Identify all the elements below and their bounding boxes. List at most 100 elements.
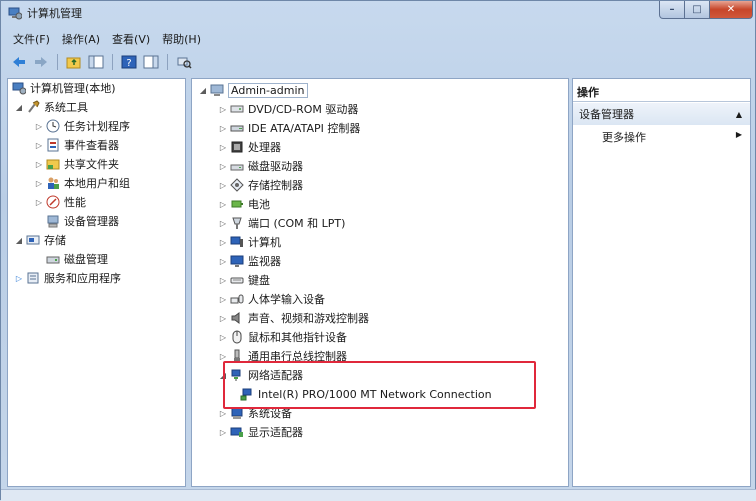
tree-item-storage[interactable]: ◢ 存储	[14, 231, 66, 249]
device-category-processor[interactable]: ▷ 处理器	[218, 138, 281, 156]
device-list-pane[interactable]: ◢ Admin-admin ▷ DVD/CD-ROM 驱动器 ▷ IDE ATA…	[191, 78, 569, 487]
expand-arrow-icon[interactable]: ▷	[218, 409, 228, 418]
scan-hardware-icon[interactable]	[175, 53, 193, 71]
computer-icon	[210, 83, 224, 97]
submenu-arrow-icon[interactable]: ▶	[736, 130, 742, 139]
expand-arrow-icon[interactable]: ▷	[218, 200, 228, 209]
show-hide-console-tree-icon[interactable]	[87, 53, 105, 71]
expand-arrow-icon[interactable]: ▷	[218, 219, 228, 228]
expand-arrow-icon[interactable]: ▷	[218, 181, 228, 190]
tree-item-event-viewer[interactable]: ▷ 事件查看器	[34, 136, 119, 154]
expand-arrow-icon[interactable]: ▷	[218, 428, 228, 437]
tree-label: IDE ATA/ATAPI 控制器	[248, 122, 361, 135]
computer-icon	[230, 235, 244, 249]
device-category-ide[interactable]: ▷ IDE ATA/ATAPI 控制器	[218, 119, 360, 137]
expand-arrow-icon[interactable]: ▷	[34, 122, 44, 131]
tree-label: 性能	[64, 196, 86, 209]
device-category-storage-controllers[interactable]: ▷ 存储控制器	[218, 176, 303, 194]
device-category-mice[interactable]: ▷ 鼠标和其他指针设备	[218, 328, 347, 346]
collapse-arrow-icon[interactable]: ◢	[14, 236, 24, 245]
tree-item-shared-folders[interactable]: ▷ 共享文件夹	[34, 155, 119, 173]
close-button[interactable]: ✕	[710, 1, 753, 19]
actions-divider	[573, 101, 750, 102]
device-category-computer[interactable]: ▷ 计算机	[218, 233, 281, 251]
menu-action[interactable]: 操作(A)	[56, 31, 106, 47]
processor-icon	[230, 140, 244, 154]
help-icon[interactable]: ?	[120, 53, 138, 71]
expand-arrow-icon[interactable]: ▷	[218, 162, 228, 171]
collapse-up-icon[interactable]: ▲	[736, 110, 742, 119]
collapse-arrow-icon[interactable]: ◢	[14, 103, 24, 112]
menu-bar: 文件(F) 操作(A) 查看(V) 帮助(H)	[7, 30, 207, 48]
tree-item-computer-management[interactable]: 计算机管理(本地)	[10, 79, 116, 97]
back-icon[interactable]	[10, 53, 28, 71]
tree-item-device-manager[interactable]: 设备管理器	[44, 212, 119, 230]
tree-item-local-users[interactable]: ▷ 本地用户和组	[34, 174, 130, 192]
expand-arrow-icon[interactable]: ▷	[218, 124, 228, 133]
menu-help[interactable]: 帮助(H)	[156, 31, 207, 47]
expand-arrow-icon[interactable]: ▷	[34, 160, 44, 169]
expand-arrow-icon[interactable]: ▷	[218, 143, 228, 152]
device-category-battery[interactable]: ▷ 电池	[218, 195, 270, 213]
forward-icon[interactable]	[32, 53, 50, 71]
up-folder-icon[interactable]	[65, 53, 83, 71]
tree-label: Admin-admin	[228, 82, 308, 98]
tree-label: 存储	[44, 234, 66, 247]
device-category-sound[interactable]: ▷ 声音、视频和游戏控制器	[218, 309, 369, 327]
expand-arrow-icon[interactable]: ▷	[218, 276, 228, 285]
expand-arrow-icon[interactable]: ▷	[218, 257, 228, 266]
expand-arrow-icon[interactable]: ▷	[34, 198, 44, 207]
tree-item-services-apps[interactable]: ▷ 服务和应用程序	[14, 269, 121, 287]
expand-arrow-icon[interactable]: ▷	[218, 352, 228, 361]
toolbar-separator	[167, 54, 168, 70]
menu-view[interactable]: 查看(V)	[106, 31, 156, 47]
clock-icon	[46, 119, 60, 133]
minimize-button[interactable]: –	[659, 1, 685, 19]
show-hide-action-pane-icon[interactable]	[142, 53, 160, 71]
device-category-hid[interactable]: ▷ 人体学输入设备	[218, 290, 325, 308]
console-tree-pane[interactable]: 计算机管理(本地) ◢ 系统工具 ▷ 任务计划程序 ▷ 事件查看器 ▷ 共享文件…	[7, 78, 186, 487]
expand-arrow-icon[interactable]: ▷	[218, 295, 228, 304]
device-category-ports[interactable]: ▷ 端口 (COM 和 LPT)	[218, 214, 345, 232]
device-category-monitors[interactable]: ▷ 监视器	[218, 252, 281, 270]
expand-arrow-icon[interactable]: ▷	[218, 105, 228, 114]
dvd-drive-icon	[230, 102, 244, 116]
actions-group-device-manager[interactable]: 设备管理器 ▲	[573, 103, 750, 125]
collapse-arrow-icon[interactable]: ◢	[198, 86, 208, 95]
device-category-keyboards[interactable]: ▷ 键盘	[218, 271, 270, 289]
maximize-button[interactable]: □	[685, 1, 710, 19]
tree-item-system-tools[interactable]: ◢ 系统工具	[14, 98, 88, 116]
performance-icon	[46, 195, 60, 209]
expand-arrow-icon[interactable]: ▷	[218, 333, 228, 342]
tree-item-performance[interactable]: ▷ 性能	[34, 193, 86, 211]
expand-arrow-icon[interactable]: ▷	[34, 179, 44, 188]
computer-management-icon	[12, 81, 26, 95]
device-category-display-adapters[interactable]: ▷ 显示适配器	[218, 423, 303, 441]
device-root[interactable]: ◢ Admin-admin	[198, 81, 308, 99]
svg-text:?: ?	[126, 58, 131, 69]
tree-item-task-scheduler[interactable]: ▷ 任务计划程序	[34, 117, 130, 135]
tree-label: 处理器	[248, 141, 281, 154]
actions-group-label: 设备管理器	[579, 108, 634, 121]
hid-icon	[230, 292, 244, 306]
expand-arrow-icon[interactable]: ▷	[34, 141, 44, 150]
computer-management-window: 计算机管理 – □ ✕ 文件(F) 操作(A) 查看(V) 帮助(H) ? 计算…	[0, 0, 756, 501]
tree-label: 共享文件夹	[64, 158, 119, 171]
tree-label: 磁盘驱动器	[248, 160, 303, 173]
tree-item-disk-management[interactable]: 磁盘管理	[44, 250, 108, 268]
device-category-dvd[interactable]: ▷ DVD/CD-ROM 驱动器	[218, 100, 358, 118]
tree-label: 计算机	[248, 236, 281, 249]
monitor-icon	[230, 254, 244, 268]
expand-arrow-icon[interactable]: ▷	[218, 314, 228, 323]
tree-label: 显示适配器	[248, 426, 303, 439]
device-category-disk-drives[interactable]: ▷ 磁盘驱动器	[218, 157, 303, 175]
tree-label: 计算机管理(本地)	[30, 82, 116, 95]
more-actions-link[interactable]: 更多操作	[602, 129, 646, 145]
tree-label: 监视器	[248, 255, 281, 268]
tree-label: 端口 (COM 和 LPT)	[248, 217, 346, 230]
expand-arrow-icon[interactable]: ▷	[14, 274, 24, 283]
menu-file[interactable]: 文件(F)	[7, 31, 56, 47]
title-bar[interactable]: 计算机管理 – □ ✕	[1, 1, 756, 25]
expand-arrow-icon[interactable]: ▷	[218, 238, 228, 247]
tree-label: 本地用户和组	[64, 177, 130, 190]
